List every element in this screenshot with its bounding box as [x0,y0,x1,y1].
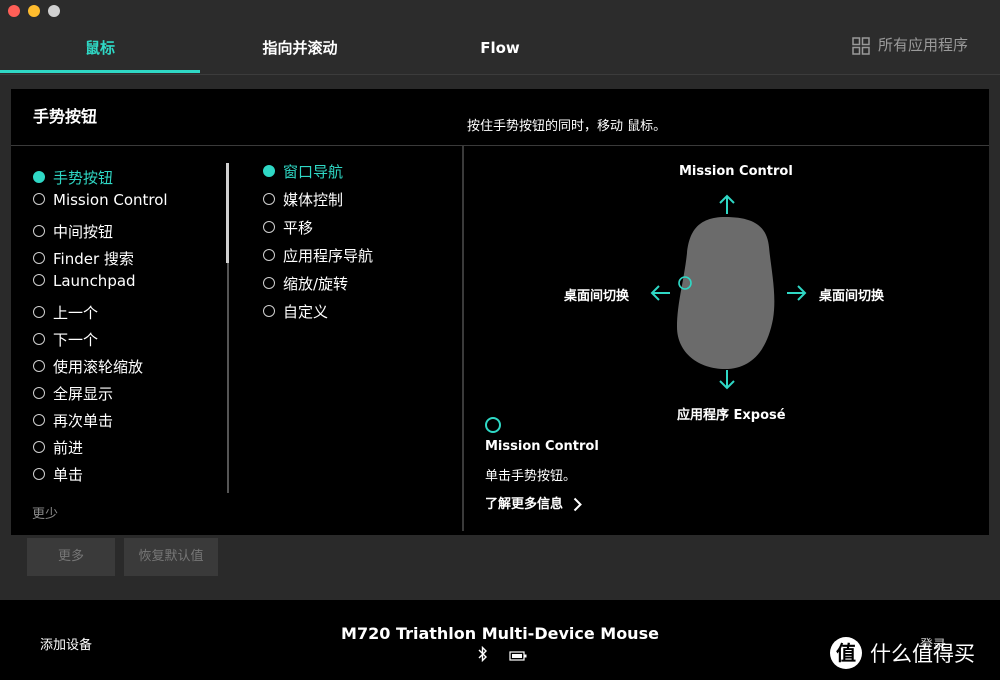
tab-point-scroll[interactable]: 指向并滚动 [200,22,400,74]
option-click[interactable]: 单击 [33,464,83,486]
panel-title: 手势按钮 [33,107,98,126]
option-label: 上一个 [53,304,99,322]
option-pan[interactable]: 平移 [263,217,313,239]
radio-selected-icon [263,164,275,177]
title-bar [0,0,1000,22]
option-window-navigation[interactable]: 窗口导航 [263,161,343,183]
option-previous[interactable]: 上一个 [33,302,98,324]
option-label: 使用滚轮缩放 [53,358,144,376]
radio-icon [263,248,275,261]
option-label: 缩放/旋转 [283,275,349,293]
option-scroll-zoom[interactable]: 使用滚轮缩放 [33,356,143,378]
radio-icon [263,192,275,205]
action-name: Mission Control [485,439,599,454]
gesture-panel: 手势按钮 按住手势按钮的同时，移动 鼠标。 手势按钮 Mission Contr… [11,89,989,535]
option-label: Finder 搜索 [53,250,134,268]
option-label: Mission Control [53,191,168,209]
close-window-button[interactable] [8,5,20,17]
radio-icon [33,251,45,264]
scrollbar-thumb[interactable] [226,163,229,263]
gesture-down-label: 应用程序 Exposé [677,408,786,423]
option-label: 下一个 [53,331,99,349]
arrow-up-icon [719,194,735,214]
radio-icon [33,332,45,345]
divider [11,145,989,146]
action-radio-icon[interactable] [485,417,501,433]
tab-mouse[interactable]: 鼠标 [0,22,200,74]
grid-icon [852,36,870,55]
option-label: 单击 [53,466,84,484]
restore-defaults-button[interactable]: 恢复默认值 [124,538,218,576]
option-finder-search[interactable]: Finder 搜索 [33,248,134,270]
option-label: 窗口导航 [283,163,344,181]
radio-icon [33,305,45,318]
arrow-down-icon [719,370,735,390]
battery-icon [509,651,527,661]
radio-icon [33,273,45,286]
all-apps-label: 所有应用程序 [877,36,968,54]
tab-flow[interactable]: Flow [400,22,600,74]
option-label: 平移 [283,219,314,237]
option-zoom-rotate[interactable]: 缩放/旋转 [263,273,348,295]
radio-icon [33,224,45,237]
gesture-up-label: Mission Control [679,164,793,179]
option-custom[interactable]: 自定义 [263,301,328,323]
bluetooth-icon [478,645,487,663]
radio-icon [33,192,45,205]
radio-icon [33,440,45,453]
divider [462,146,464,531]
option-mission-control[interactable]: Mission Control [33,189,168,211]
radio-selected-icon [33,170,45,183]
option-label: 自定义 [283,303,329,321]
option-label: 再次单击 [53,412,114,430]
option-fullscreen[interactable]: 全屏显示 [33,383,113,405]
more-button[interactable]: 更多 [27,538,115,576]
option-middle-button[interactable]: 中间按钮 [33,221,113,243]
zoom-window-button[interactable] [48,5,60,17]
action-description: 单击手势按钮。 [485,469,577,484]
instruction-text: 按住手势按钮的同时，移动 鼠标。 [467,119,667,134]
option-gesture-button[interactable]: 手势按钮 [33,167,113,189]
chevron-right-icon [573,497,582,512]
watermark-text: 什么值得买 [870,642,975,666]
option-label: 全屏显示 [53,385,114,403]
radio-icon [33,413,45,426]
radio-icon [33,467,45,480]
minimize-window-button[interactable] [28,5,40,17]
option-media-control[interactable]: 媒体控制 [263,189,343,211]
all-apps-button[interactable]: 所有应用程序 [852,22,968,68]
arrow-left-icon [650,285,670,301]
radio-icon [33,359,45,372]
top-nav: 鼠标 指向并滚动 Flow 所有应用程序 [0,22,1000,75]
device-status [478,645,527,666]
show-less-link[interactable]: 更少 [32,503,58,522]
option-app-navigation[interactable]: 应用程序导航 [263,245,373,267]
option-click-again[interactable]: 再次单击 [33,410,113,432]
learn-more-link[interactable]: 了解更多信息 [485,493,582,512]
option-label: 媒体控制 [283,191,344,209]
radio-icon [263,276,275,289]
mouse-illustration [677,217,775,369]
radio-icon [263,220,275,233]
option-label: Launchpad [53,272,136,290]
option-label: 中间按钮 [53,223,114,241]
option-launchpad[interactable]: Launchpad [33,270,136,292]
device-footer: 添加设备 M720 Triathlon Multi-Device Mouse 登… [0,600,1000,680]
active-tab-indicator [0,70,200,73]
learn-more-label: 了解更多信息 [485,497,564,512]
watermark: 值 什么值得买 [830,636,975,670]
watermark-logo: 值 [830,637,862,669]
gesture-right-label: 桌面间切换 [819,289,885,304]
option-label: 应用程序导航 [283,247,374,265]
option-forward[interactable]: 前进 [33,437,83,459]
radio-icon [33,386,45,399]
option-label: 前进 [53,439,84,457]
option-label: 手势按钮 [53,169,114,187]
gesture-left-label: 桌面间切换 [564,289,630,304]
radio-icon [263,304,275,317]
arrow-right-icon [787,285,807,301]
option-next[interactable]: 下一个 [33,329,98,351]
